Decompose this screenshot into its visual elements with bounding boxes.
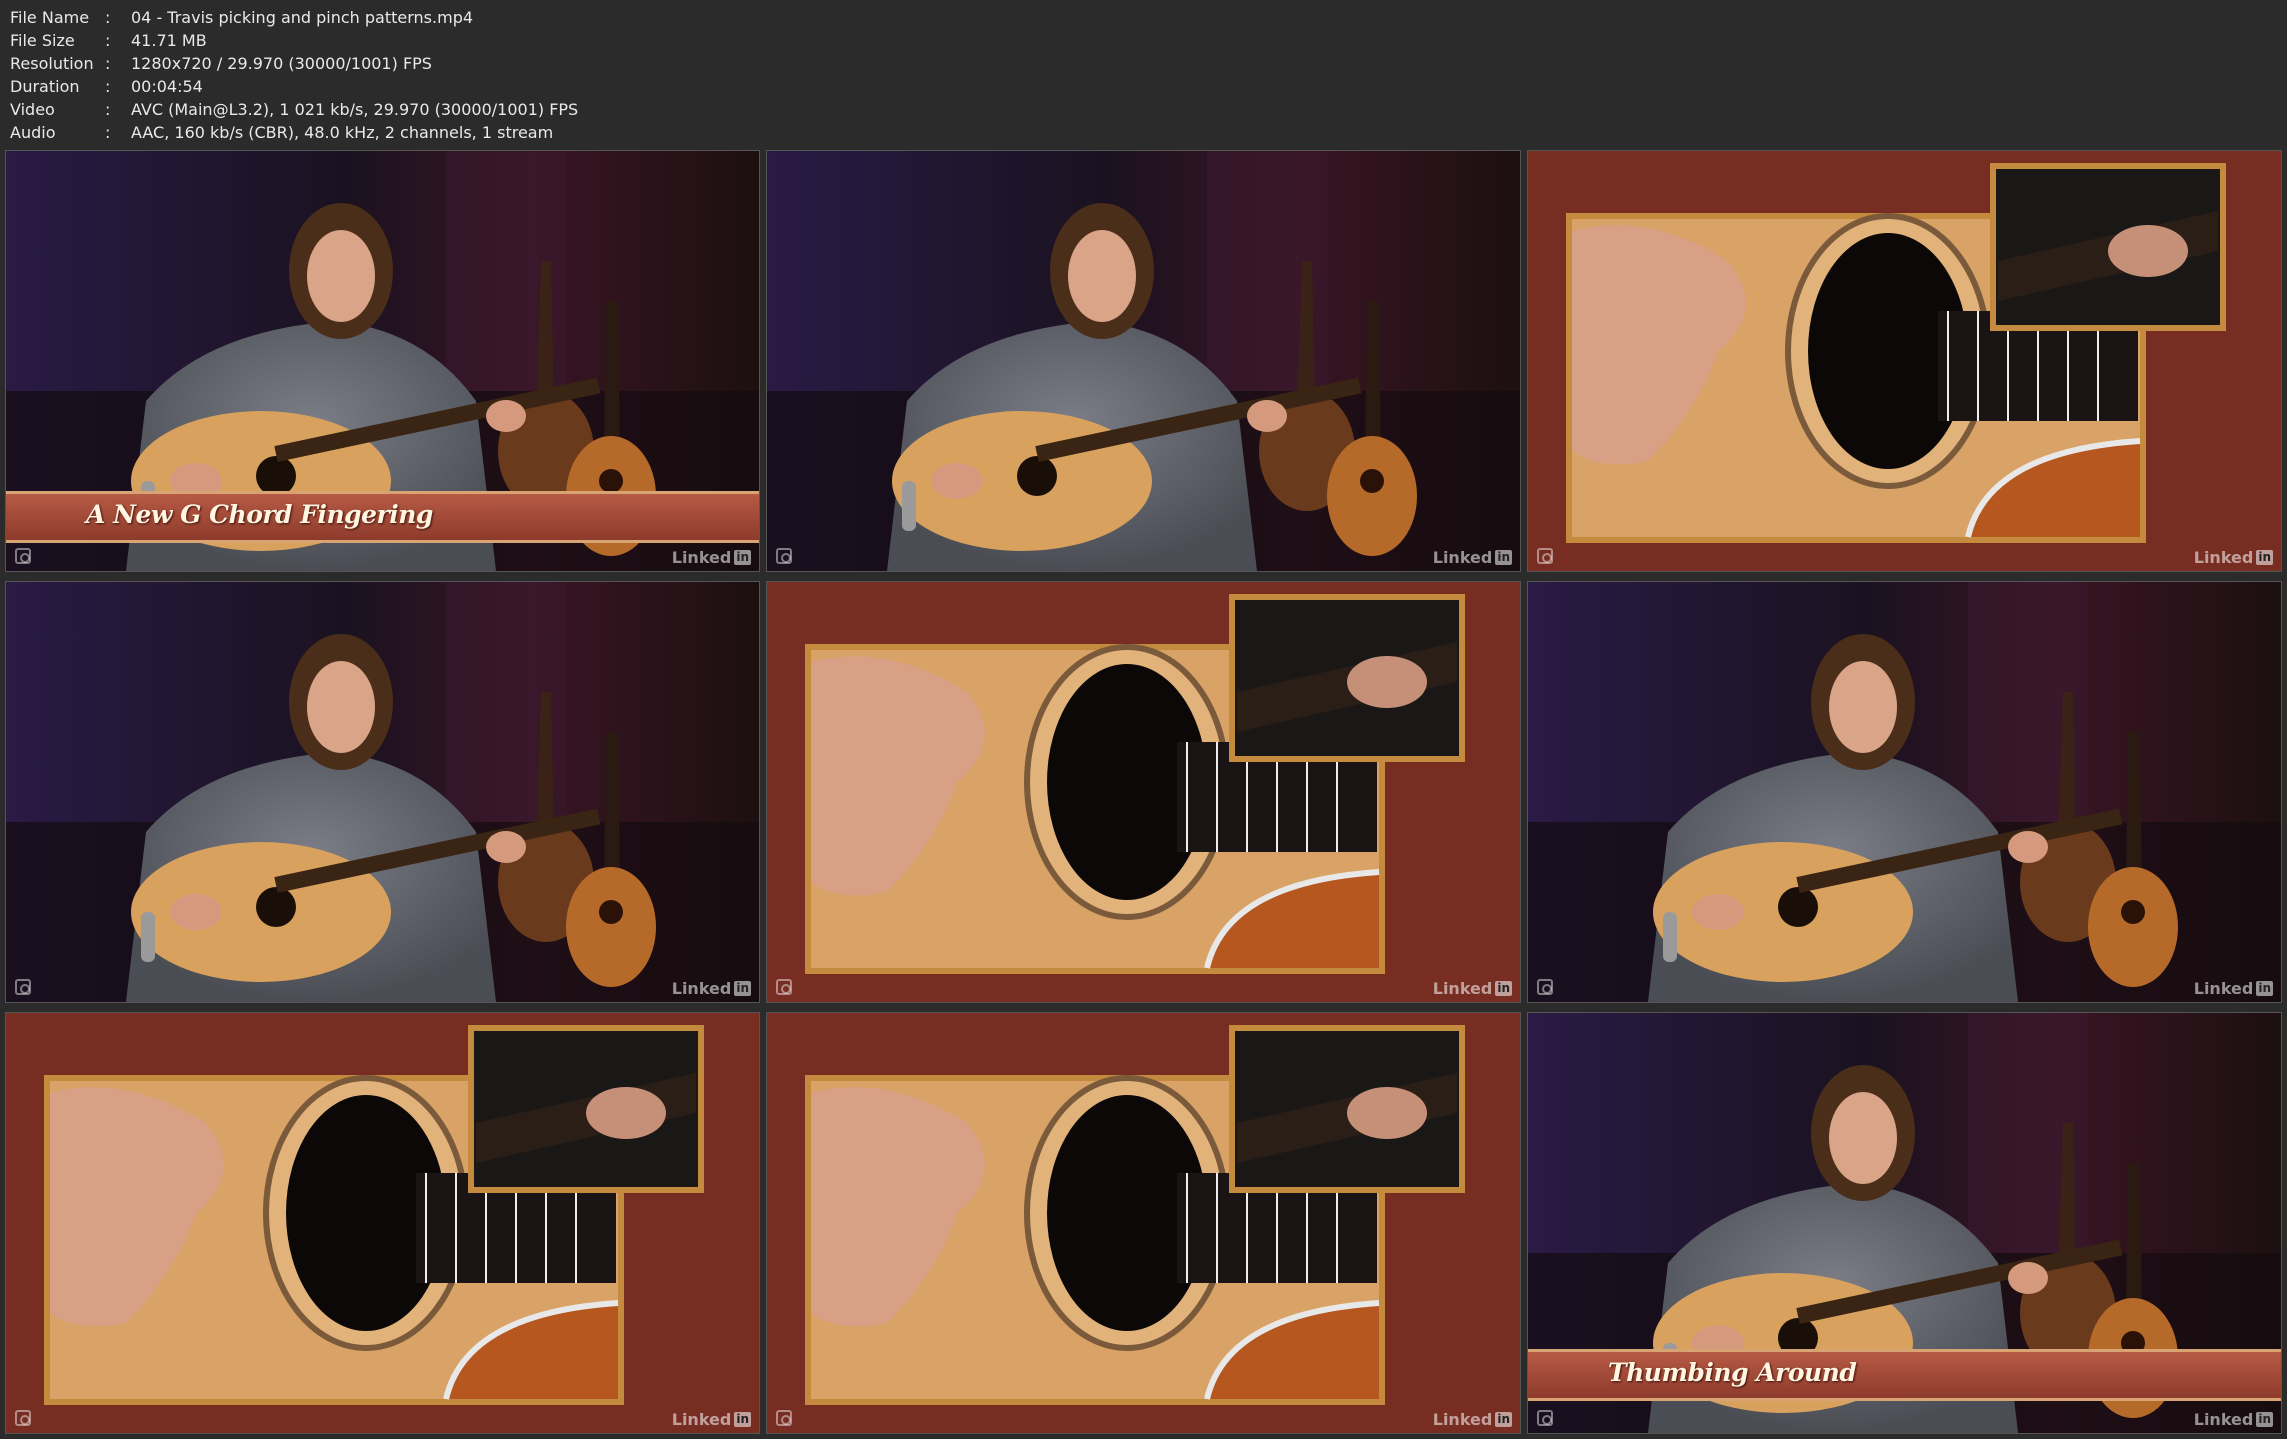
studio-logo-icon [1537,1410,1553,1426]
caption-text: Thumbing Around [1608,1358,1857,1387]
linkedin-watermark: Linked in [671,1410,751,1429]
studio-logo-icon [776,1410,792,1426]
media-info-row: File Size:41.71 MB [10,31,207,50]
thumbnail-grid: A New G Chord Fingering Linked in Linked in [5,150,2282,1434]
linkedin-watermark: Linked in [2193,1410,2273,1429]
linkedin-in-icon: in [734,1412,751,1427]
video-thumbnail[interactable]: Linked in [5,1012,760,1434]
linkedin-watermark: Linked in [671,548,751,567]
video-thumbnail[interactable]: Linked in [5,581,760,1003]
media-info-header: File Name:04 - Travis picking and pinch … [10,6,578,144]
performer-frame [1528,582,2281,1002]
closeup-frame [6,1013,759,1433]
linkedin-in-icon: in [1495,1412,1512,1427]
video-thumbnail[interactable]: Thumbing Around Linked in [1527,1012,2282,1434]
closeup-frame [767,1013,1520,1433]
caption-bar: Thumbing Around [1528,1349,2281,1401]
video-thumbnail[interactable]: Linked in [1527,581,2282,1003]
studio-logo-icon [776,979,792,995]
video-thumbnail[interactable]: Linked in [1527,150,2282,572]
linkedin-in-icon: in [734,550,751,565]
caption-bar: A New G Chord Fingering [6,491,759,543]
linkedin-in-icon: in [2256,550,2273,565]
studio-logo-icon [1537,548,1553,564]
file-name-value: 04 - Travis picking and pinch patterns.m… [131,8,474,27]
studio-logo-icon [776,548,792,564]
duration-value: 00:04:54 [131,77,203,96]
linkedin-in-icon: in [1495,981,1512,996]
audio-value: AAC, 160 kb/s (CBR), 48.0 kHz, 2 channel… [131,123,554,142]
video-thumbnail[interactable]: Linked in [766,1012,1521,1434]
linkedin-watermark: Linked in [2193,979,2273,998]
video-thumbnail[interactable]: A New G Chord Fingering Linked in [5,150,760,572]
linkedin-watermark: Linked in [671,979,751,998]
linkedin-watermark: Linked in [2193,548,2273,567]
linkedin-in-icon: in [734,981,751,996]
studio-logo-icon [15,979,31,995]
studio-logo-icon [1537,979,1553,995]
caption-text: A New G Chord Fingering [86,500,433,529]
linkedin-in-icon: in [1495,550,1512,565]
video-value: AVC (Main@L3.2), 1 021 kb/s, 29.970 (300… [131,100,579,119]
video-thumbnail[interactable]: Linked in [766,581,1521,1003]
linkedin-in-icon: in [2256,981,2273,996]
media-info-row: Resolution:1280x720 / 29.970 (30000/1001… [10,54,432,73]
resolution-value: 1280x720 / 29.970 (30000/1001) FPS [131,54,432,73]
closeup-frame [1528,151,2281,571]
media-info-row: Duration:00:04:54 [10,77,203,96]
linkedin-in-icon: in [2256,1412,2273,1427]
media-info-row: Video: AVC (Main@L3.2), 1 021 kb/s, 29.97… [10,100,579,119]
media-info-row: Audio: AAC, 160 kb/s (CBR), 48.0 kHz, 2 c… [10,123,554,142]
studio-logo-icon [15,1410,31,1426]
closeup-frame [767,582,1520,1002]
linkedin-watermark: Linked in [1432,979,1512,998]
media-info-row: File Name:04 - Travis picking and pinch … [10,8,474,27]
video-thumbnail[interactable]: Linked in [766,150,1521,572]
linkedin-watermark: Linked in [1432,1410,1512,1429]
file-size-value: 41.71 MB [131,31,207,50]
performer-frame [6,582,759,1002]
linkedin-watermark: Linked in [1432,548,1512,567]
performer-frame [767,151,1520,571]
studio-logo-icon [15,548,31,564]
